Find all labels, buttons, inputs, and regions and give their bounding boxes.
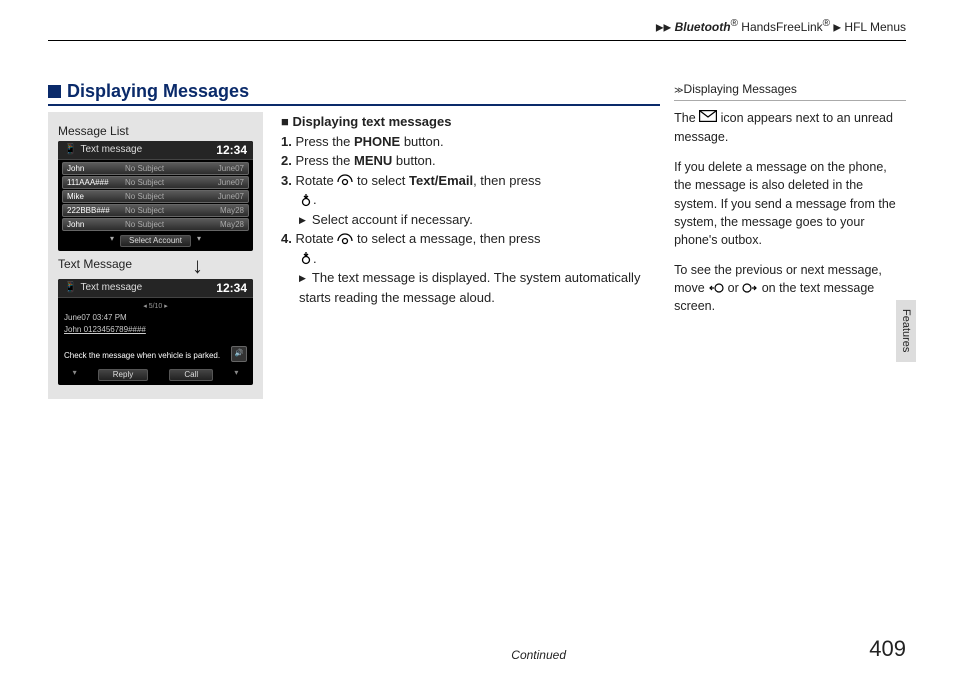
phone-icon: 📱: [64, 145, 76, 155]
manual-page: ▶▶ Bluetooth® HandsFreeLink® ▶ HFL Menus…: [0, 0, 954, 399]
move-right-icon: [742, 282, 758, 294]
continued-label: Continued: [48, 648, 846, 662]
speaker-icon: 🔊: [231, 346, 247, 362]
chevron-right-icon: ▸: [164, 303, 168, 310]
section-title: Displaying Messages: [48, 81, 660, 106]
ss1-clock: 12:34: [216, 144, 247, 156]
list-item: 222BBB###No SubjectMay28: [62, 204, 249, 217]
chevron-down-icon: ▾: [234, 369, 238, 381]
step-3-note: Select account if necessary.: [281, 210, 660, 230]
side-note-p2: If you delete a message on the phone, th…: [674, 158, 906, 249]
ss1-footer-button: Select Account: [120, 235, 191, 247]
ss2-meta-sender: John 0123456789####: [64, 325, 247, 335]
screenshot-message-list: 📱 Text message 12:34 JohnNo SubjectJune0…: [58, 141, 253, 251]
envelope-icon: [699, 109, 717, 127]
figure-label-text-message: Text Message: [58, 257, 192, 271]
dial-icon: [337, 174, 353, 186]
step-4: 4. Rotate to select a message, then pres…: [281, 229, 660, 249]
square-bullet-icon: [48, 85, 61, 98]
side-note-p3: To see the previous or next message, mov…: [674, 261, 906, 315]
chevron-left-icon: ◂: [143, 303, 147, 310]
page-footer: Continued 409: [48, 636, 906, 662]
side-note-p1: The icon appears next to an unread messa…: [674, 109, 906, 146]
breadcrumb-hfl-menus: HFL Menus: [844, 20, 906, 34]
breadcrumb-arrow-icon: ▶: [664, 22, 672, 33]
page-number: 409: [846, 636, 906, 662]
push-icon: [299, 193, 313, 207]
breadcrumb: ▶▶ Bluetooth® HandsFreeLink® ▶ HFL Menus: [48, 18, 906, 40]
ss2-call-button: Call: [169, 369, 213, 381]
black-square-icon: ■: [281, 114, 289, 129]
list-item: JohnNo SubjectJune07: [62, 162, 249, 175]
ss2-body: Check the message when vehicle is parked…: [64, 351, 220, 361]
step-3: 3. Rotate to select Text/Email, then pre…: [281, 171, 660, 191]
move-left-icon: [708, 282, 724, 294]
ss2-reply-button: Reply: [98, 369, 148, 381]
chevron-down-icon: ▾: [73, 369, 77, 381]
list-item: MikeNo SubjectJune07: [62, 190, 249, 203]
ss2-meta-date: June07 03:47 PM: [64, 313, 247, 323]
chevron-down-icon: ▾: [197, 235, 201, 247]
ss2-clock: 12:34: [216, 282, 247, 294]
step-3-cont: .: [281, 190, 660, 210]
ss1-title: Text message: [80, 145, 142, 155]
step-2: 2. Press the MENU button.: [281, 151, 660, 171]
instruction-heading: ■ Displaying text messages: [281, 112, 660, 132]
side-note-column: ≫Displaying Messages The icon appears ne…: [674, 81, 906, 399]
side-note-rule: [674, 100, 906, 101]
breadcrumb-bluetooth: Bluetooth: [675, 20, 731, 34]
figure-label-message-list: Message List: [58, 124, 253, 138]
breadcrumb-arrow-icon: ▶: [833, 22, 841, 33]
registered-icon: ®: [823, 18, 830, 29]
arrow-down-icon: ↓: [192, 255, 203, 277]
step-4-note: The text message is displayed. The syste…: [281, 268, 660, 307]
section-title-text: Displaying Messages: [67, 81, 249, 102]
screenshot-text-message: 📱 Text message 12:34 ◂ 5/10 ▸ June07 03:…: [58, 279, 253, 385]
list-item: JohnNo SubjectMay28: [62, 218, 249, 231]
breadcrumb-arrow-icon: ▶: [656, 22, 664, 33]
side-note-title: ≫Displaying Messages: [674, 81, 906, 98]
double-arrow-icon: ≫: [674, 85, 683, 95]
dial-icon: [337, 233, 353, 245]
header-rule: [48, 40, 906, 41]
registered-icon: ®: [731, 18, 738, 29]
breadcrumb-handsfreelink: HandsFreeLink: [741, 20, 822, 34]
phone-icon: 📱: [64, 283, 76, 293]
chevron-down-icon: ▾: [110, 235, 114, 247]
section-tab-features: Features: [896, 300, 916, 362]
step-1: 1. Press the PHONE button.: [281, 132, 660, 152]
instructions: ■ Displaying text messages 1. Press the …: [281, 112, 660, 399]
ss2-title: Text message: [80, 283, 142, 293]
list-item: 111AAA###No SubjectJune07: [62, 176, 249, 189]
step-4-cont: .: [281, 249, 660, 269]
push-icon: [299, 251, 313, 265]
figure-panel: Message List 📱 Text message 12:34 John: [48, 112, 263, 399]
ss2-counter: 5/10: [149, 303, 163, 310]
